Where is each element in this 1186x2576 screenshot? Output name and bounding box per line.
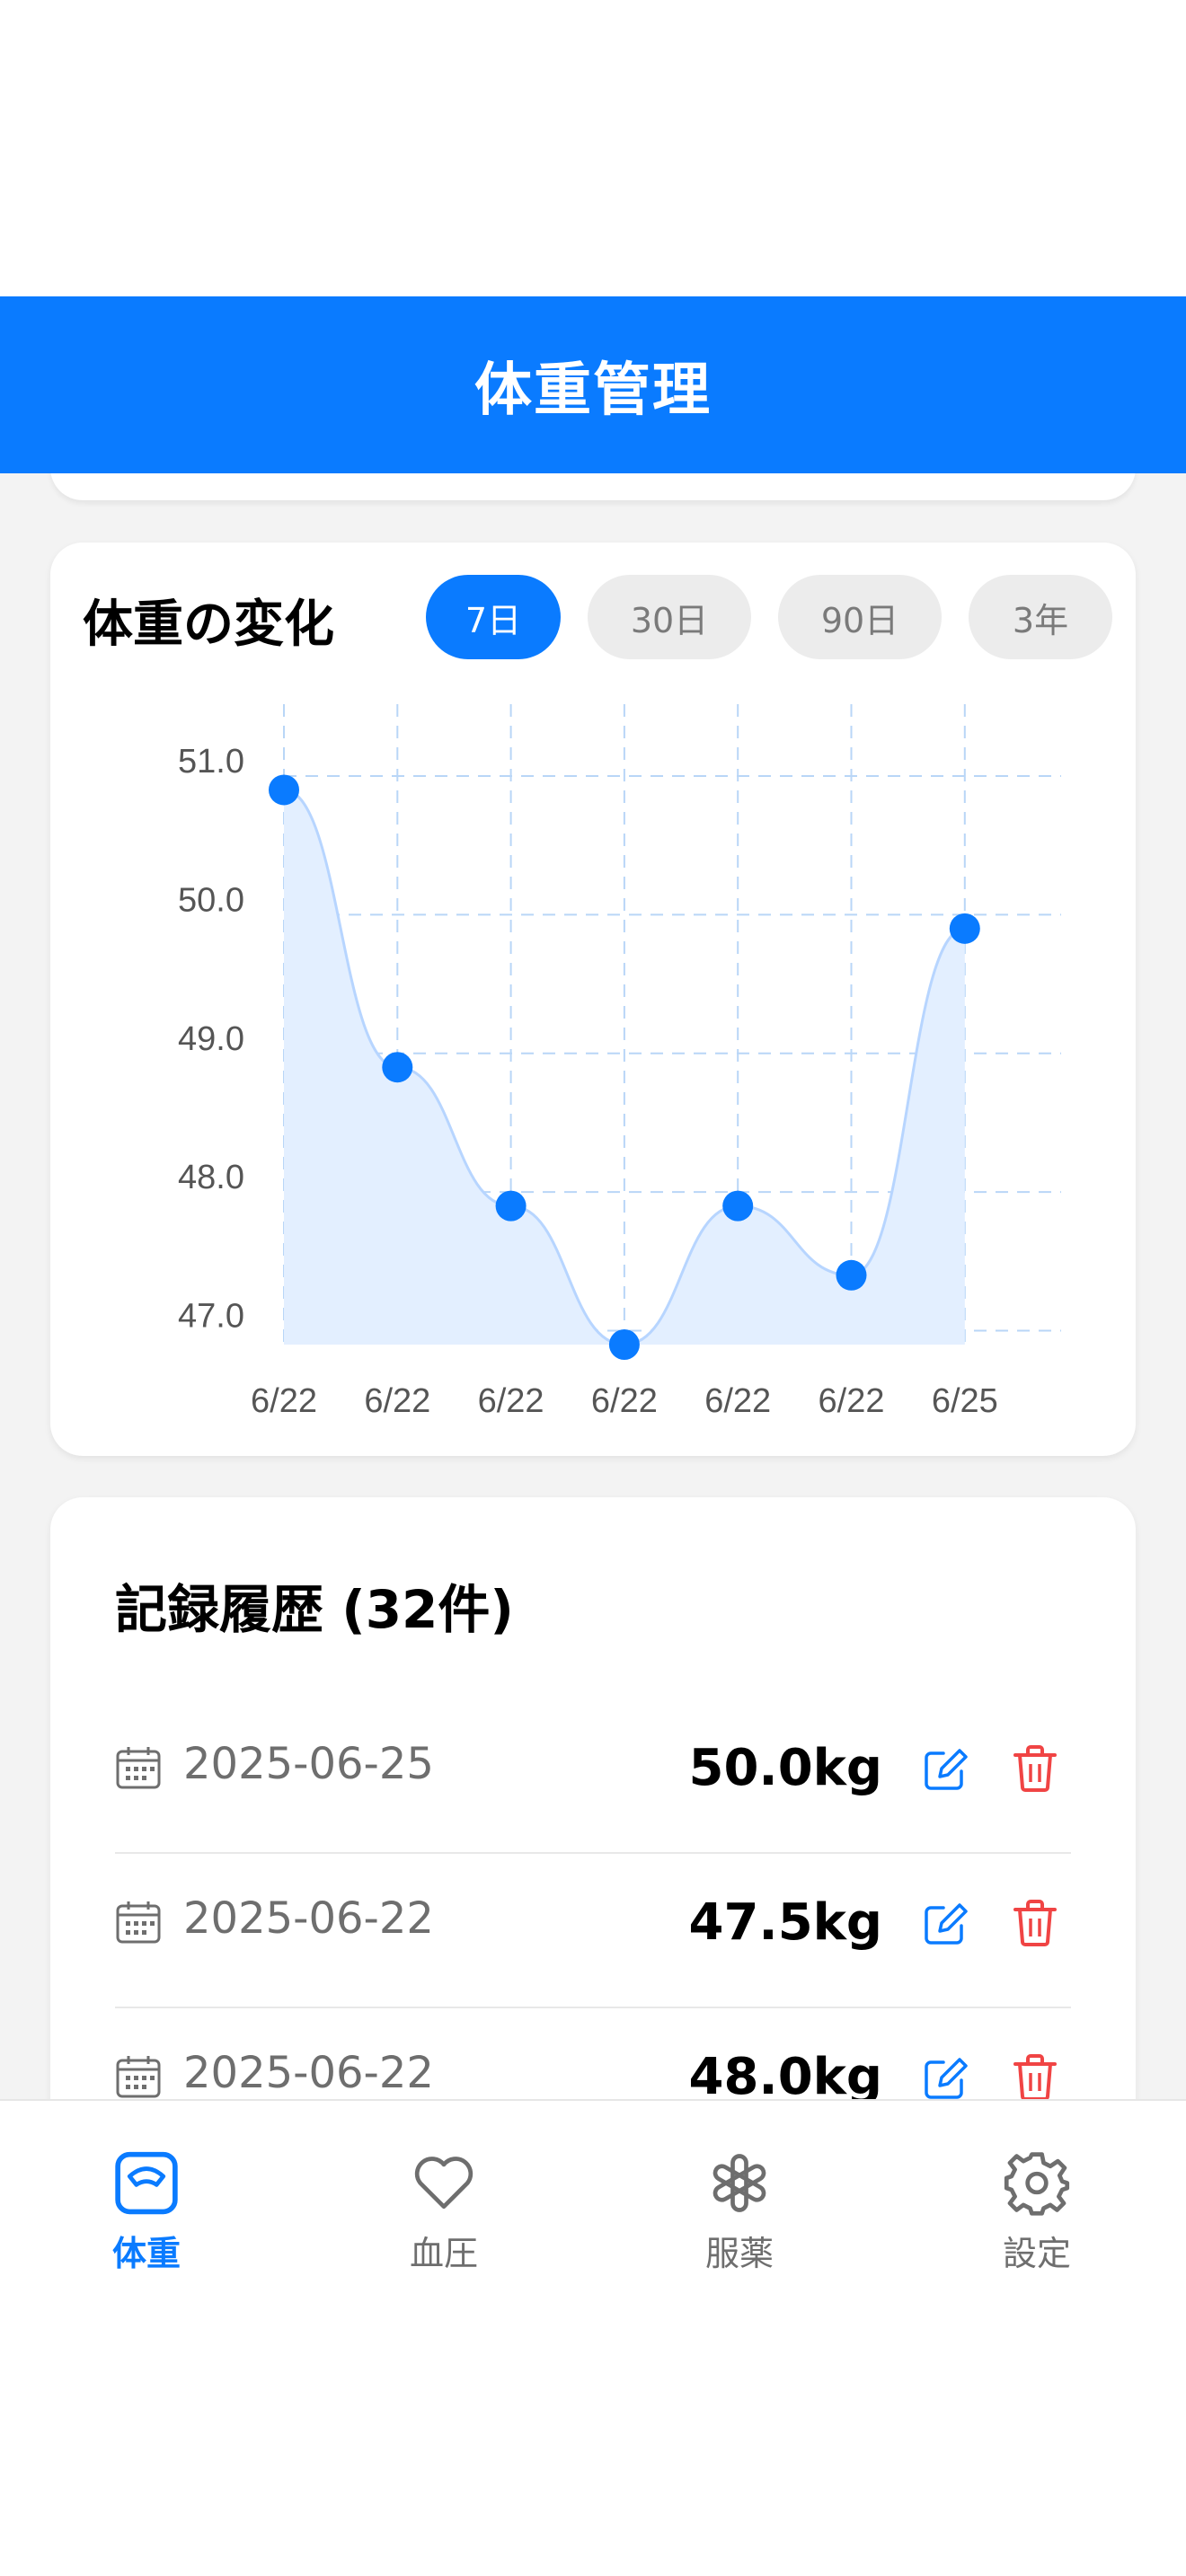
tab-weight[interactable]: 体重 — [57, 2149, 236, 2275]
x-tick-label: 6/22 — [364, 1382, 430, 1420]
y-tick-label: 47.0 — [178, 1298, 244, 1336]
x-tick-label: 6/22 — [251, 1382, 317, 1420]
gear-icon — [1004, 2152, 1070, 2216]
tab-label: 血圧 — [409, 2234, 478, 2273]
history-title: 記録履歴 (32件) — [115, 1579, 514, 1640]
scale-icon — [115, 2151, 178, 2215]
weight-chart-card: 体重の変化 7日 30日 90日 3年 51.0 50.0 49.0 48.0 47.0… — [50, 543, 1136, 1456]
tab-label: 体重 — [111, 2234, 181, 2273]
x-tick-label: 6/22 — [478, 1382, 544, 1420]
record-row[interactable]: 2025-06-25 50.0kg — [115, 1699, 1071, 1854]
record-weight: 50.0kg — [688, 1739, 883, 1797]
trash-icon[interactable] — [1012, 1899, 1058, 1947]
edit-icon[interactable] — [922, 1746, 969, 1793]
chart-data-point — [949, 913, 980, 944]
y-tick-label: 49.0 — [178, 1020, 244, 1058]
x-tick-label: 6/22 — [704, 1382, 771, 1420]
edit-icon[interactable] — [922, 1901, 969, 1947]
record-date: 2025-06-25 — [183, 1739, 434, 1789]
tab-medication[interactable]: 服薬 — [650, 2149, 829, 2275]
tab-label: 設定 — [1002, 2234, 1071, 2273]
content-scroll-area[interactable]: 体重の変化 7日 30日 90日 3年 51.0 50.0 49.0 48.0 47.0… — [0, 473, 1186, 2099]
x-tick-label: 6/22 — [591, 1382, 658, 1420]
heart-icon — [414, 2157, 474, 2210]
history-card: 記録履歴 (32件) 2025-06-25 50.0kg 2025-06-22 … — [50, 1497, 1136, 2099]
y-tick-label: 48.0 — [178, 1159, 244, 1196]
record-date: 2025-06-22 — [183, 2048, 434, 2098]
trash-icon[interactable] — [1012, 2053, 1058, 2099]
chart-data-point — [722, 1190, 754, 1222]
bottom-tab-bar: 体重 血圧 服薬 設定 — [0, 2099, 1186, 2576]
tab-label: 服薬 — [704, 2234, 774, 2273]
record-weight: 47.5kg — [688, 1893, 883, 1952]
chart-data-point — [382, 1052, 413, 1083]
chart-data-point — [269, 774, 299, 806]
tab-settings[interactable]: 設定 — [947, 2149, 1127, 2275]
record-row[interactable]: 2025-06-22 47.5kg — [115, 1854, 1071, 2008]
edit-icon[interactable] — [922, 2055, 969, 2099]
record-weight: 48.0kg — [688, 2048, 883, 2099]
record-date: 2025-06-22 — [183, 1893, 434, 1944]
chart-data-point — [836, 1259, 867, 1291]
y-tick-label: 50.0 — [178, 881, 244, 919]
previous-card-edge — [50, 473, 1136, 500]
calendar-icon — [116, 2056, 161, 2098]
medication-icon — [712, 2154, 766, 2212]
chart-data-point — [608, 1329, 640, 1360]
tab-blood-pressure[interactable]: 血圧 — [354, 2149, 534, 2275]
page-title: 体重管理 — [474, 357, 712, 424]
weight-line-chart: 51.0 50.0 49.0 48.0 47.0 6/22 6/22 6/22 6/22 6/22… — [178, 704, 1061, 1420]
calendar-icon — [116, 1747, 161, 1789]
x-tick-label: 6/22 — [819, 1382, 885, 1420]
y-tick-label: 51.0 — [178, 743, 244, 781]
app-bar: 体重管理 — [0, 296, 1186, 473]
x-tick-label: 6/25 — [932, 1382, 998, 1420]
chart-data-point — [495, 1190, 527, 1222]
calendar-icon — [116, 1901, 161, 1944]
trash-icon[interactable] — [1012, 1744, 1058, 1793]
record-row[interactable]: 2025-06-22 48.0kg — [115, 2008, 1071, 2099]
